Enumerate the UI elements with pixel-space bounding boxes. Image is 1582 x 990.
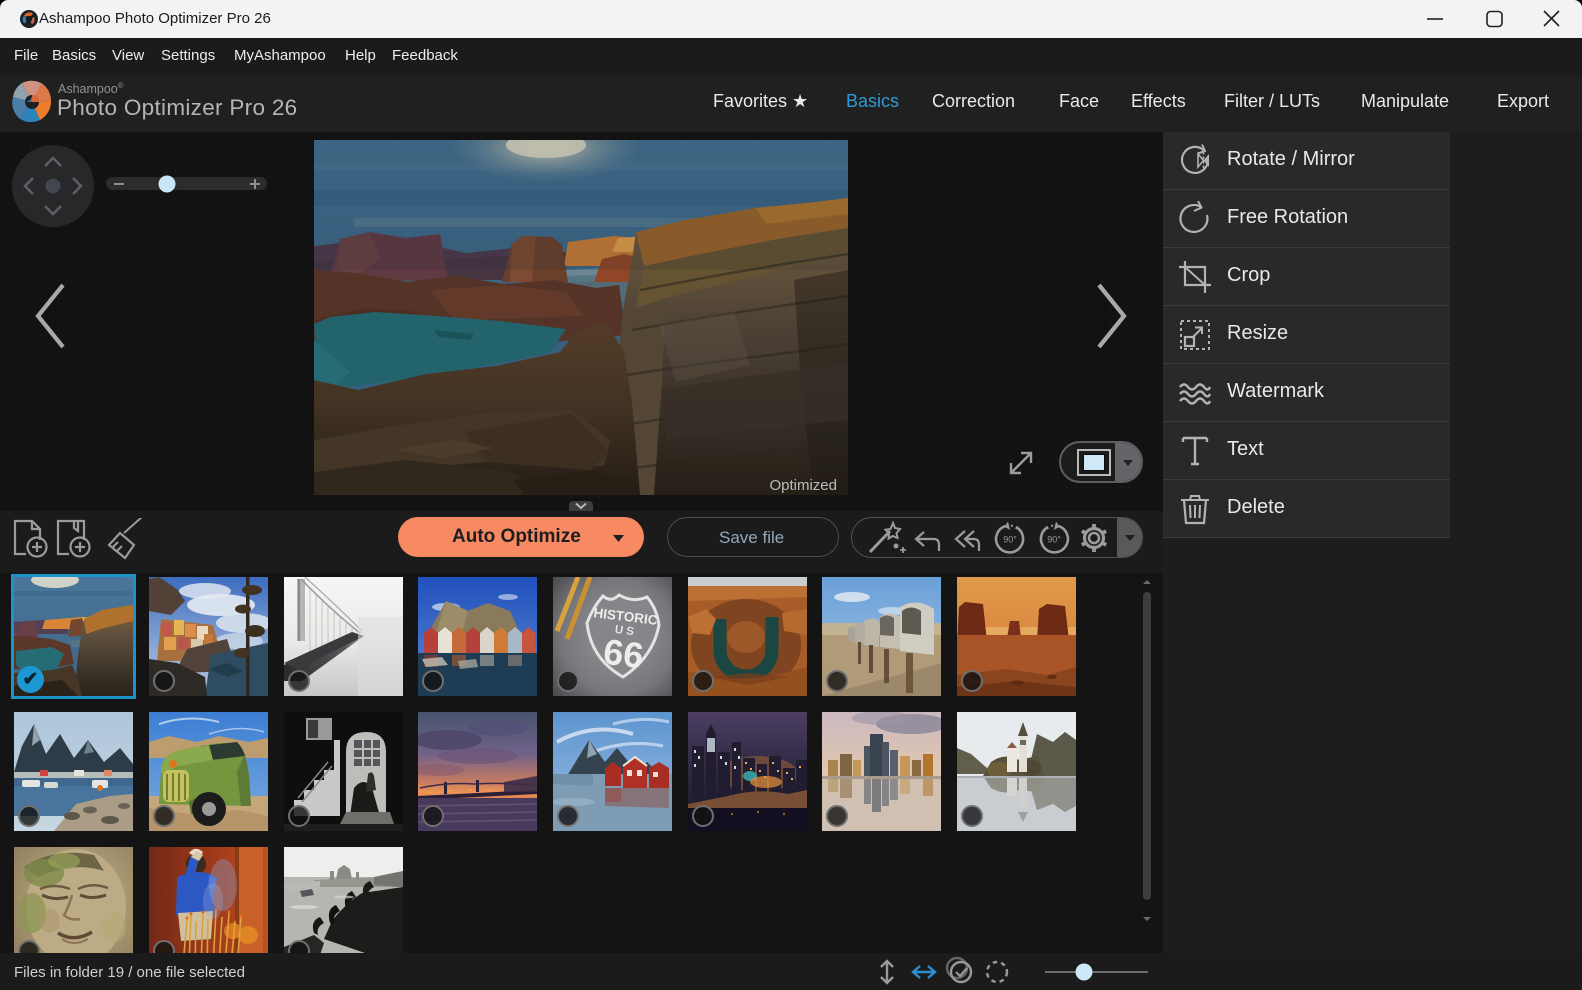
- svg-text:90°: 90°: [1047, 535, 1061, 545]
- svg-text:66: 66: [601, 631, 646, 677]
- svg-text:90°: 90°: [1003, 535, 1017, 545]
- svg-text:Optimized: Optimized: [769, 477, 837, 494]
